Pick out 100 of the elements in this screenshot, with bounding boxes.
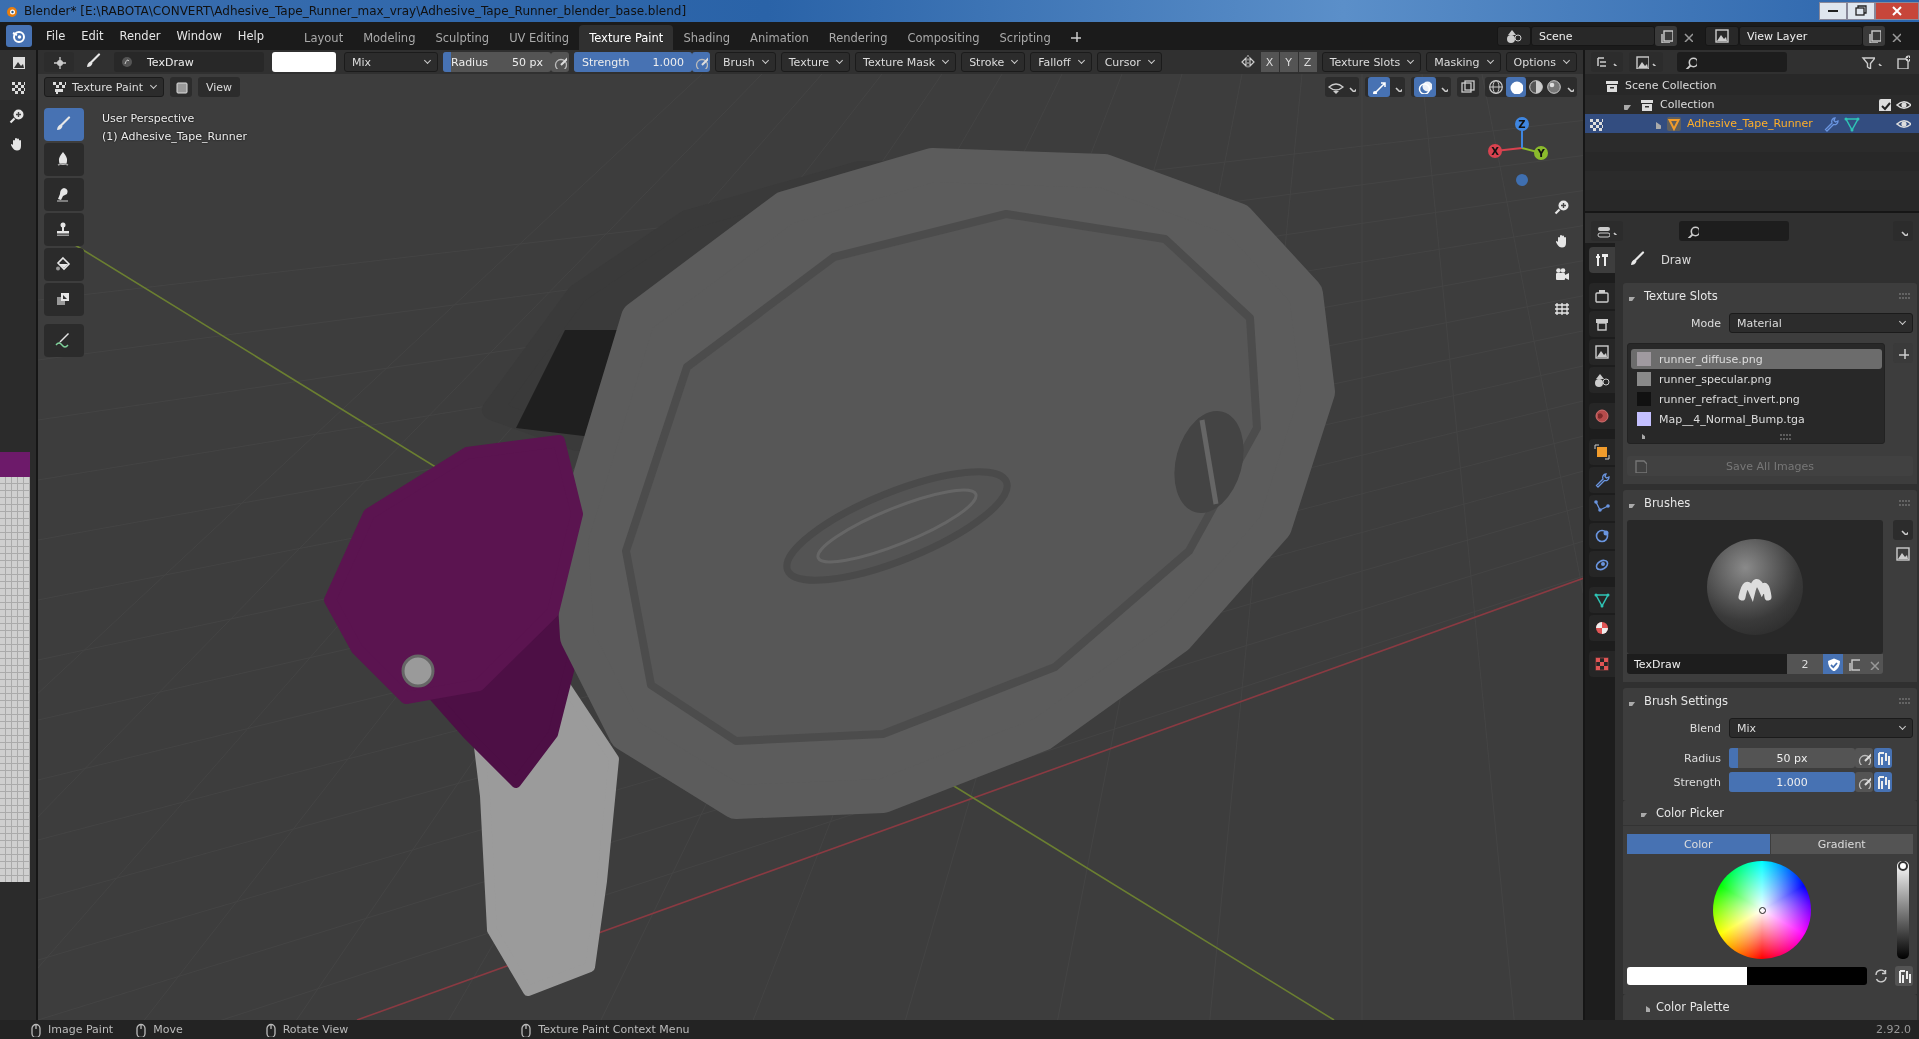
maximize-button[interactable] (1847, 2, 1875, 20)
unified-toggle[interactable] (1874, 772, 1892, 792)
blend-dropdown[interactable]: Mix (344, 52, 438, 72)
color-swatch[interactable] (1747, 967, 1867, 985)
workspace-tab[interactable]: Layout (294, 25, 354, 50)
properties-tab[interactable] (1589, 247, 1615, 273)
menu-dropdown[interactable]: Brush (715, 52, 776, 72)
pressure-button[interactable] (1855, 772, 1873, 792)
gizmo-toggle[interactable] (1368, 77, 1390, 97)
unified-toggle[interactable] (1895, 966, 1913, 986)
minimize-button[interactable] (1819, 2, 1847, 20)
xray-icon[interactable] (1460, 79, 1476, 95)
workspace-tab[interactable]: Compositing (897, 25, 990, 50)
tool-button[interactable] (44, 143, 84, 176)
properties-tab[interactable] (1589, 367, 1615, 393)
axis-toggle[interactable]: Z (1298, 52, 1317, 72)
copy-button[interactable] (1863, 26, 1885, 46)
tool-dropdown[interactable] (44, 52, 74, 72)
mode-dropdown[interactable]: Material (1729, 313, 1913, 333)
color-swatch[interactable] (1627, 967, 1747, 985)
browse-button[interactable] (1497, 26, 1531, 46)
axis-toggle[interactable]: X (1260, 52, 1279, 72)
duplicate-button[interactable] (1843, 654, 1863, 674)
color-swatch[interactable] (272, 52, 336, 72)
solid-shading-button[interactable] (1506, 77, 1526, 97)
wrench-icon[interactable] (1822, 115, 1839, 132)
properties-tab[interactable] (1589, 615, 1615, 641)
menu-item[interactable]: Help (229, 26, 273, 46)
display-mode-button[interactable] (1629, 52, 1663, 72)
panel-title[interactable]: Color Palette (1656, 1000, 1730, 1014)
app-menu-button[interactable] (6, 25, 32, 47)
panel-title[interactable]: Texture Slots (1644, 289, 1718, 303)
editor-type-button[interactable] (1591, 221, 1623, 241)
wireframe-shading-icon[interactable] (1488, 79, 1504, 95)
workspace-tab[interactable]: Shading (673, 25, 741, 50)
user-count[interactable]: 2 (1787, 654, 1823, 674)
radius-slider[interactable]: 50 px (1729, 748, 1855, 768)
xray-toggle[interactable] (170, 77, 192, 97)
workspace-tab[interactable]: Texture Paint (579, 25, 674, 50)
brush-name-field[interactable]: TexDraw (114, 52, 264, 72)
axis-handle[interactable]: X (1488, 144, 1523, 158)
view-menu[interactable]: View (198, 77, 241, 97)
overlay-toggle[interactable] (1414, 77, 1436, 97)
unlink-button[interactable] (1863, 654, 1883, 674)
panel-title[interactable]: Brushes (1644, 496, 1691, 510)
tool-button[interactable] (44, 248, 84, 281)
browse-button[interactable] (1705, 26, 1739, 46)
workspace-tab[interactable]: Rendering (818, 25, 898, 50)
outliner-row[interactable]: Adhesive_Tape_Runner (1585, 114, 1919, 133)
panel-title[interactable]: Brush Settings (1644, 694, 1728, 708)
workspace-tab[interactable]: Modeling (353, 25, 426, 50)
rendered-shading-icon[interactable] (1546, 79, 1562, 95)
outliner-row[interactable]: Scene Collection (1585, 76, 1919, 95)
options-button[interactable] (1893, 221, 1913, 241)
picker-tab[interactable]: Color (1627, 834, 1770, 854)
symmetry-icon[interactable] (1239, 54, 1256, 70)
strength-slider[interactable]: 1.000 (1729, 772, 1855, 792)
menu-dropdown[interactable]: Masking (1426, 52, 1501, 72)
view-layer-field[interactable]: View Layer (1739, 26, 1863, 46)
menu-dropdown[interactable]: Stroke (961, 52, 1026, 72)
menu-item[interactable]: Edit (73, 26, 112, 46)
panel-title[interactable]: Color Picker (1656, 805, 1724, 820)
menu-dropdown[interactable]: Falloff (1030, 52, 1092, 72)
pressure-button[interactable] (692, 52, 710, 72)
value-slider[interactable] (1897, 861, 1909, 959)
picker-tab[interactable]: Gradient (1770, 834, 1913, 854)
tool-button[interactable] (44, 283, 84, 316)
pressure-button[interactable] (551, 52, 569, 72)
menu-dropdown[interactable]: Texture Slots (1321, 52, 1422, 72)
workspace-tab[interactable]: Sculpting (425, 25, 500, 50)
menu-dropdown[interactable]: Texture Mask (855, 52, 957, 72)
swap-icon[interactable] (1873, 968, 1889, 984)
slot-item[interactable]: runner_diffuse.png (1631, 349, 1882, 369)
checkbox-icon[interactable] (1878, 98, 1891, 111)
scene-field[interactable]: Scene (1531, 26, 1655, 46)
properties-tab[interactable] (1589, 339, 1615, 365)
search-field[interactable] (1677, 52, 1787, 72)
axis-handle[interactable]: Z (1515, 117, 1529, 149)
blend-dropdown[interactable]: Mix (1729, 718, 1913, 738)
brush-name-field[interactable]: TexDraw (1627, 654, 1787, 674)
menu-dropdown[interactable]: Cursor (1096, 52, 1162, 72)
menu-dropdown[interactable]: Texture (780, 52, 851, 72)
properties-tab[interactable] (1589, 439, 1615, 465)
unified-toggle[interactable] (1874, 748, 1892, 768)
tool-button[interactable] (44, 213, 84, 246)
slot-item[interactable]: runner_specular.png (1631, 369, 1882, 389)
properties-tab[interactable] (1589, 283, 1615, 309)
properties-tab[interactable] (1589, 587, 1615, 613)
mode-dropdown[interactable]: Texture Paint (44, 77, 164, 97)
workspace-tab[interactable]: Animation (740, 25, 819, 50)
properties-tab[interactable] (1589, 311, 1615, 337)
tool-button[interactable] (44, 178, 84, 211)
menu-item[interactable]: Window (168, 26, 230, 46)
material-shading-icon[interactable] (1528, 79, 1544, 95)
slider-thumb[interactable] (1898, 861, 1908, 871)
slot-item[interactable]: Map__4_Normal_Bump.tga (1631, 409, 1882, 429)
pressure-button[interactable] (1855, 748, 1873, 768)
workspace-tab[interactable]: Scripting (989, 25, 1061, 50)
axis-toggle[interactable]: Y (1279, 52, 1298, 72)
menu-item[interactable]: Render (111, 26, 169, 46)
